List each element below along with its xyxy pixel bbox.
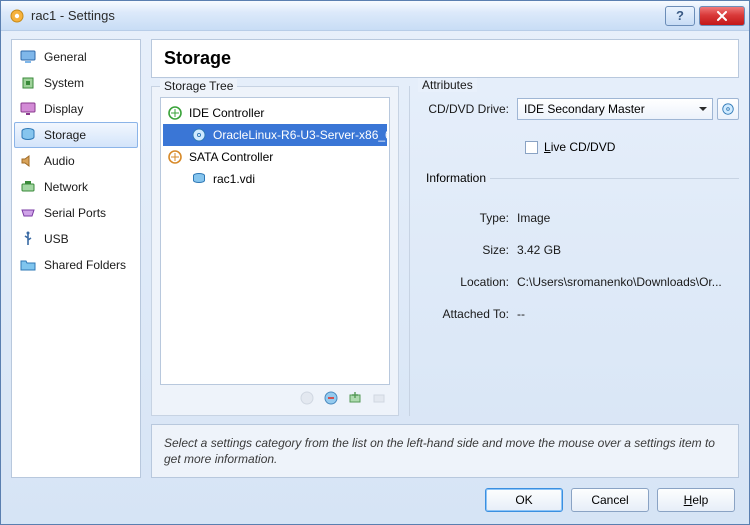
close-button[interactable] [699, 6, 745, 26]
attributes-legend: Attributes [418, 78, 477, 92]
tree-node-label: SATA Controller [189, 150, 273, 164]
client-area: General System Display Storage Audio Net… [1, 31, 749, 478]
gear-icon [9, 8, 25, 24]
sidebar-item-label: Storage [44, 128, 86, 142]
network-icon [20, 179, 36, 195]
help-label: Help [684, 493, 709, 507]
choose-disk-button[interactable] [717, 98, 739, 120]
drive-row: CD/DVD Drive: IDE Secondary Master [422, 98, 739, 120]
sidebar-item-serial-ports[interactable]: Serial Ports [14, 200, 138, 226]
info-label: Size: [422, 243, 517, 257]
dialog-footer: OK Cancel Help [1, 478, 749, 524]
usb-icon [20, 231, 36, 247]
titlebar: rac1 - Settings ? [1, 1, 749, 31]
tree-node-ide-controller[interactable]: IDE Controller [163, 102, 387, 124]
main-panel: Storage Storage Tree IDE Controller Orac… [151, 39, 739, 478]
add-controller-button[interactable] [298, 389, 316, 407]
sidebar-item-storage[interactable]: Storage [14, 122, 138, 148]
drive-select[interactable]: IDE Secondary Master [517, 98, 713, 120]
hint-box: Select a settings category from the list… [151, 424, 739, 478]
controller-icon [167, 105, 183, 121]
cancel-label: Cancel [591, 493, 628, 507]
storage-tree[interactable]: IDE Controller OracleLinux-R6-U3-Server-… [160, 97, 390, 385]
help-button[interactable]: ? [665, 6, 695, 26]
tree-node-cd-image[interactable]: OracleLinux-R6-U3-Server-x86_64-d... [163, 124, 387, 146]
info-row-size: Size: 3.42 GB [422, 243, 739, 257]
info-value: Image [517, 211, 739, 225]
add-attachment-button[interactable] [346, 389, 364, 407]
live-cd-row: Live CD/DVD [422, 140, 739, 154]
sidebar-item-label: Serial Ports [44, 206, 106, 220]
controller-icon [167, 149, 183, 165]
sidebar-item-label: System [44, 76, 84, 90]
info-label: Type: [422, 211, 517, 225]
info-value: -- [517, 307, 739, 321]
monitor-icon [20, 49, 36, 65]
remove-attachment-button[interactable] [370, 389, 388, 407]
info-label: Location: [422, 275, 517, 289]
storage-tree-group: Storage Tree IDE Controller OracleLinux-… [151, 86, 399, 416]
sidebar-item-label: Audio [44, 154, 75, 168]
live-cd-label: Live CD/DVD [544, 140, 615, 154]
sidebar-item-system[interactable]: System [14, 70, 138, 96]
cancel-button[interactable]: Cancel [571, 488, 649, 512]
sidebar-item-audio[interactable]: Audio [14, 148, 138, 174]
sidebar-item-shared-folders[interactable]: Shared Folders [14, 252, 138, 278]
tree-node-vdi[interactable]: rac1.vdi [163, 168, 387, 190]
attributes-group: Attributes CD/DVD Drive: IDE Secondary M… [409, 86, 739, 416]
info-value: C:\Users\sromanenko\Downloads\Or... [517, 275, 739, 289]
info-row-location: Location: C:\Users\sromanenko\Downloads\… [422, 275, 739, 289]
sidebar-item-usb[interactable]: USB [14, 226, 138, 252]
info-value: 3.42 GB [517, 243, 739, 257]
sidebar-item-label: USB [44, 232, 69, 246]
window-title: rac1 - Settings [31, 8, 661, 23]
tree-node-label: OracleLinux-R6-U3-Server-x86_64-d... [213, 128, 387, 142]
settings-window: rac1 - Settings ? General System Display… [0, 0, 750, 525]
page-title: Storage [151, 39, 739, 78]
sidebar-item-display[interactable]: Display [14, 96, 138, 122]
info-row-type: Type: Image [422, 211, 739, 225]
drive-value: IDE Secondary Master [524, 102, 645, 116]
content-row: Storage Tree IDE Controller OracleLinux-… [151, 86, 739, 416]
info-label: Attached To: [422, 307, 517, 321]
drive-label: CD/DVD Drive: [422, 102, 517, 116]
cd-icon [191, 127, 207, 143]
speaker-icon [20, 153, 36, 169]
ok-button[interactable]: OK [485, 488, 563, 512]
sidebar: General System Display Storage Audio Net… [11, 39, 141, 478]
live-cd-checkbox[interactable] [525, 141, 538, 154]
tree-node-label: rac1.vdi [213, 172, 255, 186]
info-row-attached: Attached To: -- [422, 307, 739, 321]
chip-icon [20, 75, 36, 91]
tree-node-sata-controller[interactable]: SATA Controller [163, 146, 387, 168]
help-button-footer[interactable]: Help [657, 488, 735, 512]
sidebar-item-label: General [44, 50, 87, 64]
hdd-icon [191, 171, 207, 187]
sidebar-item-label: Network [44, 180, 88, 194]
folder-icon [20, 257, 36, 273]
serial-icon [20, 205, 36, 221]
sidebar-item-general[interactable]: General [14, 44, 138, 70]
remove-controller-button[interactable] [322, 389, 340, 407]
storage-tree-legend: Storage Tree [160, 79, 237, 93]
ok-label: OK [515, 493, 532, 507]
tree-node-label: IDE Controller [189, 106, 264, 120]
display-icon [20, 101, 36, 117]
information-legend: Information [422, 178, 739, 193]
sidebar-item-label: Shared Folders [44, 258, 126, 272]
tree-toolbar [160, 385, 390, 407]
sidebar-item-network[interactable]: Network [14, 174, 138, 200]
disk-icon [20, 127, 36, 143]
sidebar-item-label: Display [44, 102, 83, 116]
